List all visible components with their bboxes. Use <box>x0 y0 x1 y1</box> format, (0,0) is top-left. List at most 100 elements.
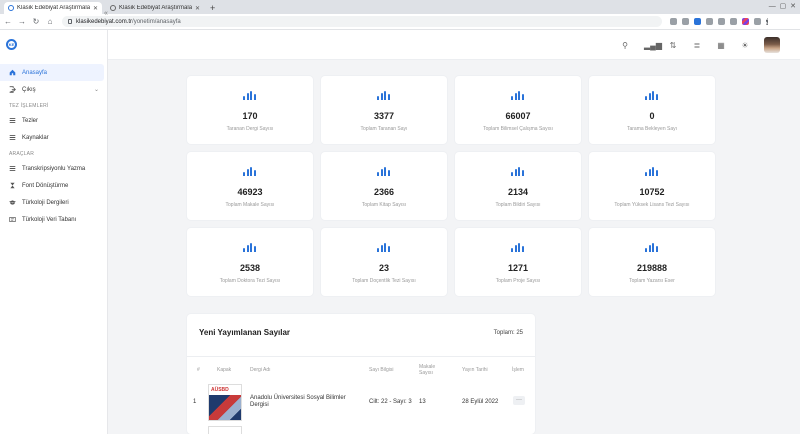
stat-value: 10752 <box>639 187 665 197</box>
new-tab-icon[interactable]: + <box>210 2 215 14</box>
total-count: Toplam: 25 <box>493 330 523 336</box>
share-icon[interactable] <box>670 18 677 25</box>
avatar[interactable] <box>764 37 780 53</box>
sidebar-item-turkoloji-dergileri[interactable]: Türkoloji Dergileri <box>0 194 108 211</box>
stat-card: 1271 Toplam Proje Sayısı <box>455 228 581 296</box>
bar-chart-icon <box>243 91 257 100</box>
extension-icon[interactable] <box>718 18 725 25</box>
sidebar-item-label: Anasayfa <box>22 69 48 76</box>
grid-icon[interactable]: ▦ <box>716 41 726 50</box>
column-header-issue: Sayı Bilgisi <box>369 367 394 373</box>
browser-tab-active[interactable]: Klasik Edebiyat Araştırmaları ✕ <box>4 2 102 14</box>
stat-value: 46923 <box>237 187 263 197</box>
sidebar-item-turkoloji-veri-tabani[interactable]: Türkoloji Veri Tabanı <box>0 211 108 228</box>
menu-dots-icon[interactable] <box>766 18 769 25</box>
url-field[interactable]: klasikedebiyat.com.tr/yonetim/anasayfa <box>62 16 662 27</box>
panel-title: Yeni Yayımlanan Sayılar <box>199 328 291 337</box>
sidebar-item-label: Çıkış <box>22 86 36 93</box>
row-number: 1 <box>193 398 197 405</box>
bar-chart-icon <box>511 167 525 176</box>
logo[interactable]: KE <box>6 39 17 50</box>
bar-chart-icon <box>645 243 659 252</box>
stats-grid: 170 Taranan Dergi Sayısı 3377 Toplam Tar… <box>187 76 715 296</box>
url-host: klasikedebiyat.com.tr <box>76 18 133 25</box>
close-tab-icon[interactable]: ✕ <box>93 5 98 12</box>
chevron-down-icon: ⌄ <box>93 87 99 93</box>
stats-icon[interactable]: ▂▄▆ <box>644 41 662 50</box>
bar-chart-icon <box>243 243 257 252</box>
stat-label: Toplam Yüksek Lisans Tezi Sayısı <box>614 202 690 208</box>
sort-icon[interactable]: ⇅ <box>668 41 678 50</box>
row-actions-button[interactable]: ··· <box>513 396 525 405</box>
top-bar: ⚲ ▂▄▆ ⇅ ≣ ▦ ☀ <box>108 30 800 60</box>
column-header-cover: Kapak <box>217 367 232 373</box>
bar-chart-icon <box>645 91 659 100</box>
cover-title: AÜSBD <box>211 387 229 393</box>
close-tab-icon[interactable]: ✕ <box>195 5 200 12</box>
sidebar-item-anasayfa[interactable]: Anasayfa <box>0 64 104 81</box>
reload-icon[interactable]: ↻ <box>30 17 42 26</box>
stat-card: 46923 Toplam Makale Sayısı <box>187 152 313 220</box>
sidepanel-icon[interactable] <box>754 18 761 25</box>
extension-icon[interactable] <box>742 18 749 25</box>
stat-label: Toplam Kitap Sayısı <box>361 202 407 208</box>
theme-sun-icon[interactable]: ☀ <box>740 41 750 50</box>
stat-label: Toplam Makale Sayısı <box>225 202 275 208</box>
next-row-cover <box>208 426 242 434</box>
stat-card: 170 Taranan Dergi Sayısı <box>187 76 313 144</box>
stat-value: 2538 <box>239 263 261 273</box>
recent-issues-panel: Yeni Yayımlanan Sayılar Toplam: 25 # Kap… <box>187 314 535 434</box>
sidebar-item-label: Kaynaklar <box>22 134 49 141</box>
window-controls-icon[interactable]: — ▢ ✕ <box>769 2 796 10</box>
stat-label: Tarama Bekleyen Sayı <box>626 126 678 132</box>
stat-card: 10752 Toplam Yüksek Lisans Tezi Sayısı <box>589 152 715 220</box>
column-header-articles: Makale Sayısı <box>419 364 436 376</box>
stat-card: 2366 Toplam Kitap Sayısı <box>321 152 447 220</box>
extension-icon[interactable] <box>706 18 713 25</box>
collapse-sidebar-icon[interactable]: « <box>104 10 108 17</box>
column-header-date: Yayın Tarihi <box>462 367 488 373</box>
sidebar-item-transkripsiyonlu-yazma[interactable]: Transkripsiyonlu Yazma <box>0 160 108 177</box>
extensions <box>670 18 769 25</box>
sidebar-item-kaynaklar[interactable]: Kaynaklar <box>0 129 108 146</box>
stat-value: 219888 <box>636 263 668 273</box>
stat-label: Toplam Yazarsı Eser <box>629 278 675 284</box>
column-header-journal: Dergi Adı <box>250 367 271 373</box>
journal-name[interactable]: Anadolu Üniversitesi Sosyal Bilimler Der… <box>250 382 356 422</box>
puzzle-icon[interactable] <box>730 18 737 25</box>
sidebar: KE Anasayfa Çıkış ⌄ TEZ İŞLEMLERİ Tezler… <box>0 30 108 434</box>
bar-chart-icon <box>377 243 391 252</box>
cover-art <box>209 395 241 420</box>
stat-value: 3377 <box>373 111 395 121</box>
journal-cover-image[interactable]: AÜSBD <box>208 384 242 421</box>
table-row: 1 AÜSBD Anadolu Üniversitesi Sosyal Bili… <box>187 382 535 422</box>
issue-info: Cilt: 22 - Sayı: 3 <box>369 398 412 405</box>
bar-chart-icon <box>243 167 257 176</box>
lock-icon <box>68 19 72 24</box>
stat-label: Toplam Doçentlik Tezi Sayısı <box>352 278 416 284</box>
stat-label: Toplam Taranan Sayı <box>360 126 408 132</box>
back-icon[interactable]: ← <box>2 17 14 26</box>
sidebar-item-cikis[interactable]: Çıkış ⌄ <box>0 81 108 98</box>
stat-card: 219888 Toplam Yazarsı Eser <box>589 228 715 296</box>
graduation-cap-icon <box>9 200 16 205</box>
extension-icon[interactable] <box>694 18 701 25</box>
sidebar-menu: Anasayfa Çıkış ⌄ TEZ İŞLEMLERİ Tezler Ka… <box>0 64 108 228</box>
globe-icon <box>110 5 116 11</box>
browser-tab[interactable]: Klasik Edebiyat Araştırmaları ✕ <box>106 2 204 14</box>
star-icon[interactable] <box>682 18 689 25</box>
sidebar-item-tezler[interactable]: Tezler <box>0 112 108 129</box>
stat-label: Toplam Bildiri Sayısı <box>495 202 541 208</box>
notes-icon[interactable]: ≣ <box>692 41 702 50</box>
home-browser-icon[interactable]: ⌂ <box>44 17 56 26</box>
search-icon[interactable]: ⚲ <box>620 41 630 50</box>
stat-value: 23 <box>378 263 389 273</box>
stat-value: 170 <box>242 111 258 121</box>
top-bar-icons: ⚲ ▂▄▆ ⇅ ≣ ▦ ☀ <box>620 37 780 53</box>
sidebar-item-font-donusturme[interactable]: Font Dönüştürme <box>0 177 108 194</box>
browser-tabbar: Klasik Edebiyat Araştırmaları ✕ Klasik E… <box>0 0 800 14</box>
stat-value: 66007 <box>505 111 531 121</box>
hourglass-icon <box>10 182 15 189</box>
article-count: 13 <box>419 398 426 405</box>
forward-icon[interactable]: → <box>16 17 28 26</box>
